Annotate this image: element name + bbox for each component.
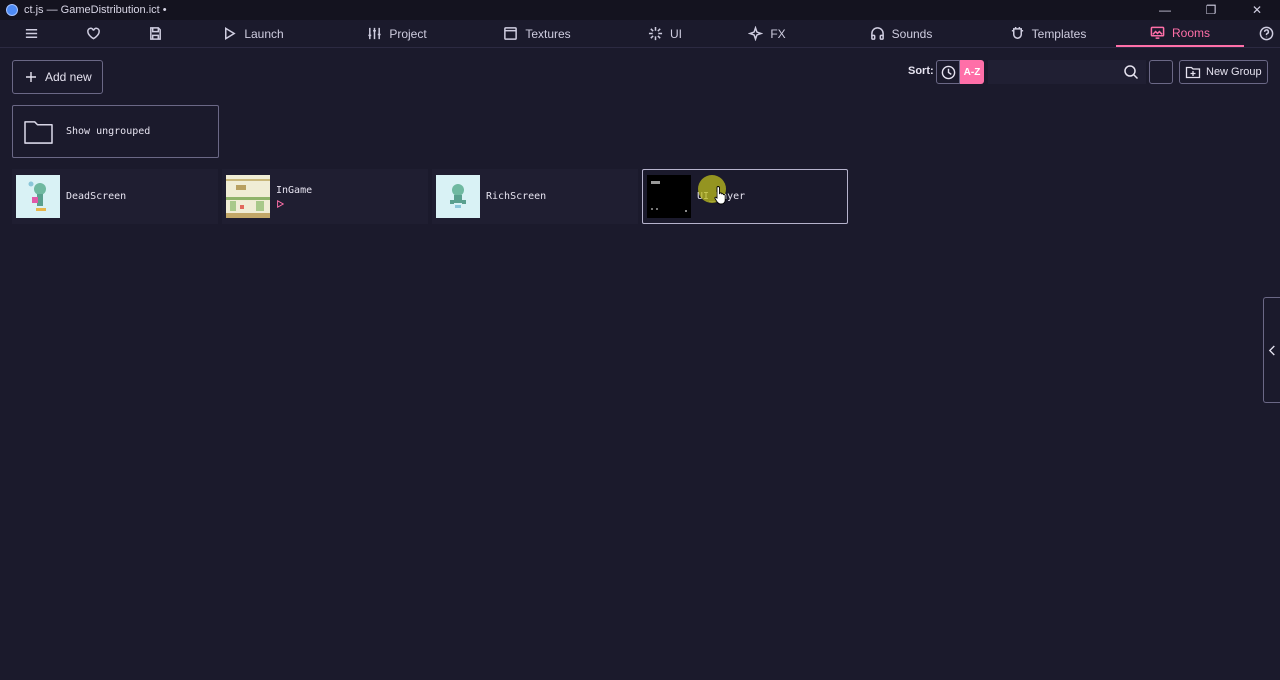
- room-card-deadscreen[interactable]: DeadScreen: [12, 169, 218, 224]
- new-group-button[interactable]: New Group: [1179, 60, 1268, 84]
- room-name: RichScreen: [486, 191, 547, 202]
- tab-textures[interactable]: Textures: [474, 20, 600, 47]
- tab-textures-label: Textures: [525, 26, 571, 41]
- window-title: ct.js — GameDistribution.ict •: [24, 4, 167, 16]
- tab-launch-label: Launch: [244, 26, 284, 41]
- tab-templates[interactable]: Templates: [986, 20, 1110, 47]
- main-nav: Launch Project Textures UI FX Sounds Tem…: [0, 20, 1280, 48]
- tab-ui[interactable]: UI: [618, 20, 712, 47]
- room-preview-image: [226, 175, 270, 218]
- sort-by-date-button[interactable]: [936, 60, 960, 84]
- save-icon: [149, 27, 161, 40]
- close-button[interactable]: ✕: [1234, 0, 1280, 20]
- room-preview-image: [647, 175, 691, 218]
- hand-cursor-icon: [714, 186, 726, 205]
- tab-fx[interactable]: FX: [730, 20, 804, 47]
- show-ungrouped-label: Show ungrouped: [66, 126, 151, 137]
- heart-icon: [86, 27, 100, 40]
- room-thumbnail: [16, 175, 60, 218]
- room-thumbnail: [436, 175, 480, 218]
- room-card-ingame[interactable]: InGame: [222, 169, 428, 224]
- window-controls: — ❐ ✕: [1142, 0, 1280, 20]
- room-thumbnail: [647, 175, 691, 218]
- show-ungrouped-folder[interactable]: Show ungrouped: [12, 105, 219, 158]
- folder-icon: [24, 121, 53, 144]
- play-icon: [225, 27, 236, 40]
- sort-label: Sort:: [908, 65, 934, 77]
- add-new-label: Add new: [45, 70, 92, 84]
- tab-ui-label: UI: [670, 26, 682, 41]
- tab-project[interactable]: Project: [336, 20, 458, 47]
- clock-icon: [941, 65, 955, 79]
- tab-sounds[interactable]: Sounds: [840, 20, 962, 47]
- room-card-ui-layer[interactable]: UI_Layer: [642, 169, 848, 224]
- template-icon: [1011, 26, 1023, 39]
- headphones-icon: [870, 27, 884, 40]
- image-icon: [504, 27, 518, 40]
- room-preview-image: [450, 184, 466, 208]
- side-panel-toggle[interactable]: [1263, 297, 1280, 403]
- app-logo-icon: [6, 4, 18, 16]
- room-card-richscreen[interactable]: RichScreen: [432, 169, 638, 224]
- new-group-label: New Group: [1206, 66, 1262, 78]
- tab-launch[interactable]: Launch: [205, 20, 301, 47]
- help-icon: [1259, 26, 1273, 41]
- start-room-icon: [277, 200, 284, 208]
- minimize-button[interactable]: —: [1142, 0, 1188, 20]
- save-button[interactable]: [136, 20, 174, 47]
- folder-plus-icon: [1185, 66, 1201, 79]
- title-bar: ct.js — GameDistribution.ict • — ❐ ✕: [0, 0, 1280, 20]
- add-new-button[interactable]: Add new: [12, 60, 103, 94]
- plus-icon: [26, 72, 36, 82]
- magic-icon: [748, 26, 764, 41]
- tab-templates-label: Templates: [1031, 26, 1087, 41]
- room-icon: [1150, 26, 1165, 39]
- room-name: InGame: [276, 185, 313, 196]
- room-preview-image: [28, 181, 46, 211]
- toggle-view-button[interactable]: [1149, 60, 1173, 84]
- room-name: DeadScreen: [66, 191, 127, 202]
- menu-icon: [25, 29, 37, 38]
- tab-rooms-label: Rooms: [1171, 25, 1210, 40]
- favorites-button[interactable]: [74, 20, 112, 47]
- tab-rooms[interactable]: Rooms: [1116, 20, 1244, 47]
- search-icon[interactable]: [1123, 64, 1139, 80]
- menu-button[interactable]: [12, 20, 50, 47]
- restore-button[interactable]: ❐: [1188, 0, 1234, 20]
- sort-by-name-button[interactable]: A-Z: [960, 60, 984, 84]
- tab-sounds-label: Sounds: [891, 26, 933, 41]
- room-thumbnail: [226, 175, 270, 218]
- chevron-left-icon: [1268, 345, 1275, 355]
- sparkle-icon: [648, 26, 663, 41]
- sliders-icon: [368, 27, 381, 40]
- help-button[interactable]: [1252, 20, 1280, 47]
- tab-project-label: Project: [389, 26, 427, 41]
- tab-fx-label: FX: [770, 26, 786, 41]
